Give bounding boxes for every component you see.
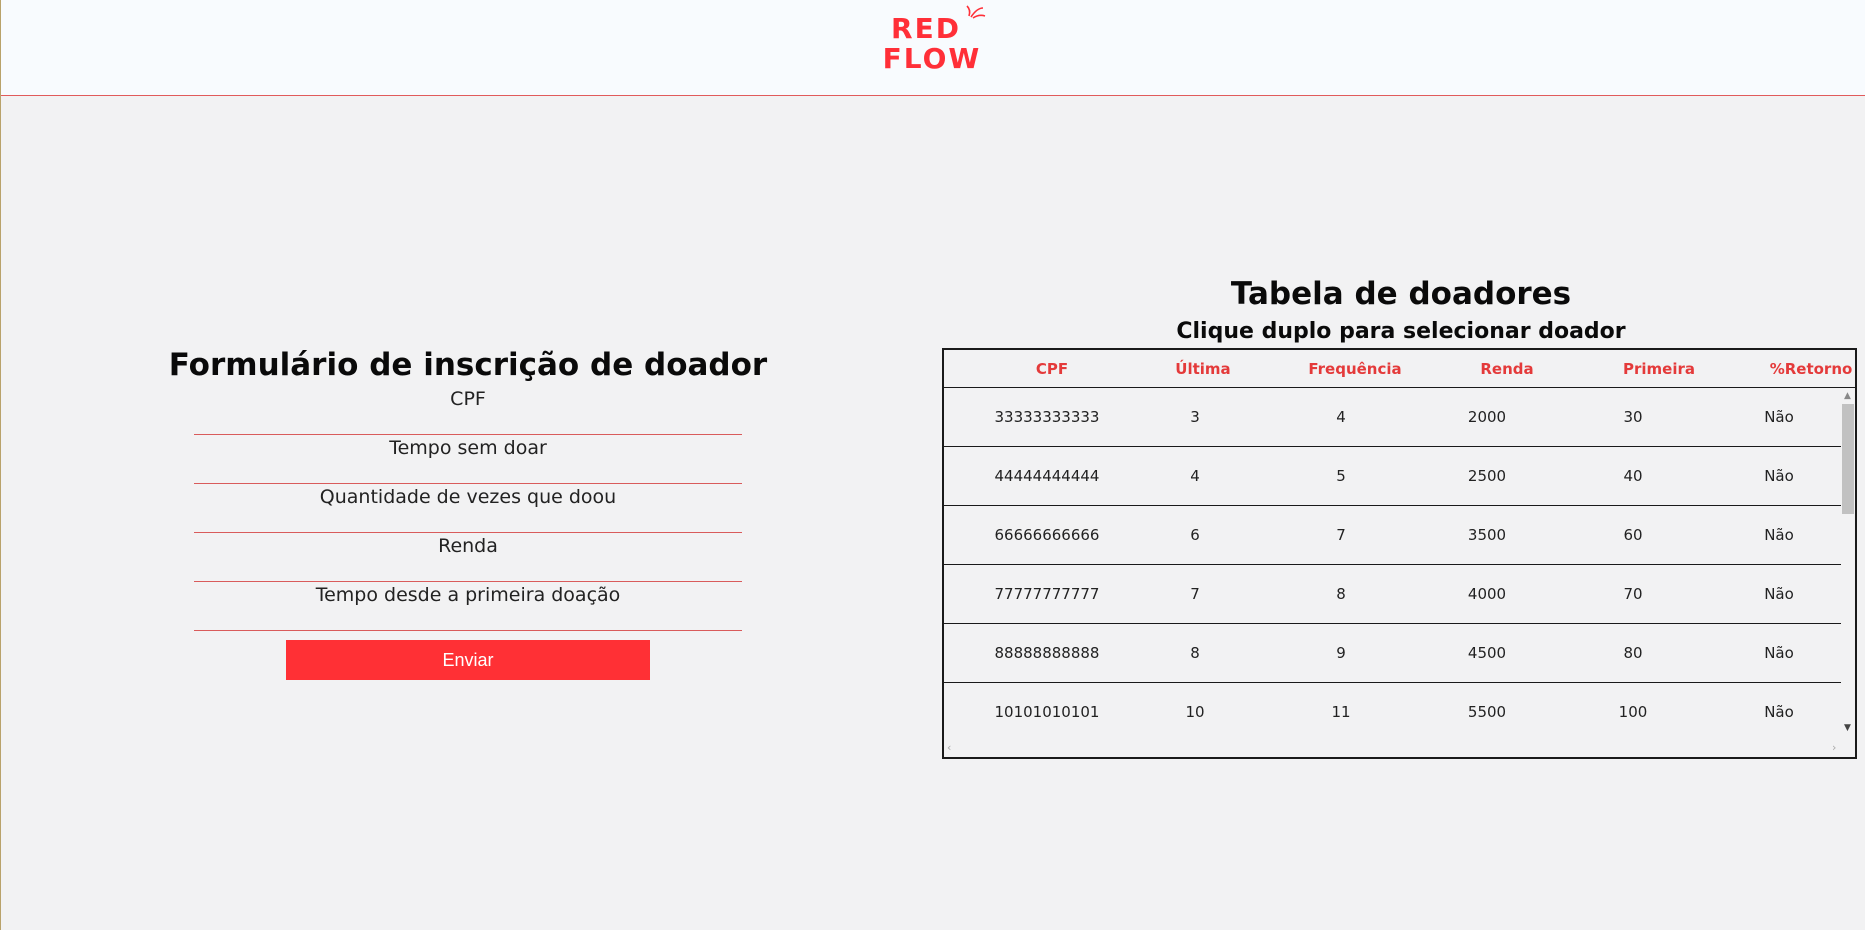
column-header-cpf[interactable]: CPF [982, 360, 1122, 378]
cell-renda: 4500 [1467, 644, 1507, 662]
cell-renda: 4000 [1467, 585, 1507, 603]
donors-table: CPF Última Frequência Renda Primeira %Re… [942, 348, 1857, 759]
tempo-sem-doar-placeholder: Tempo sem doar [389, 437, 547, 459]
scroll-left-icon[interactable]: ‹ [947, 741, 951, 754]
cell-retorno: Não [1764, 467, 1794, 485]
cell-cpf: 88888888888 [994, 644, 1100, 662]
scroll-down-icon[interactable]: ▼ [1844, 723, 1851, 733]
quantidade-doacoes-placeholder: Quantidade de vezes que doou [319, 486, 617, 508]
cell-renda: 5500 [1467, 703, 1507, 721]
scroll-right-icon[interactable]: › [1832, 741, 1836, 754]
table-row[interactable]: 10101010101 10 11 5500 100 Não [944, 683, 1841, 740]
cell-retorno: Não [1764, 644, 1794, 662]
table-header: CPF Última Frequência Renda Primeira %Re… [944, 350, 1855, 388]
table-row[interactable]: 88888888888 8 9 4500 80 Não [944, 624, 1841, 683]
cell-frequencia: 7 [1336, 526, 1346, 544]
cell-cpf: 77777777777 [994, 585, 1100, 603]
table-row[interactable]: 44444444444 4 5 2500 40 Não [944, 447, 1841, 506]
cell-renda: 3500 [1467, 526, 1507, 544]
submit-button[interactable]: Enviar [286, 640, 650, 680]
tempo-primeira-doacao-placeholder: Tempo desde a primeira doação [315, 584, 621, 606]
form-title: Formulário de inscrição de doador [168, 347, 768, 383]
cell-retorno: Não [1764, 703, 1794, 721]
cell-frequencia: 5 [1336, 467, 1346, 485]
column-header-primeira[interactable]: Primeira [1589, 360, 1729, 378]
top-header: RED FLOW [1, 0, 1865, 96]
table-body: 33333333333 3 4 2000 30 Não 44444444444 … [944, 388, 1841, 740]
cell-cpf: 44444444444 [994, 467, 1100, 485]
table-subtitle: Clique duplo para selecionar doador [1176, 319, 1626, 344]
red-flow-logo[interactable]: RED FLOW [877, 5, 989, 80]
table-row[interactable]: 33333333333 3 4 2000 30 Não [944, 388, 1841, 447]
table-row[interactable]: 66666666666 6 7 3500 60 Não [944, 506, 1841, 565]
renda-placeholder: Renda [438, 535, 498, 557]
cell-primeira: 70 [1623, 585, 1643, 603]
cell-primeira: 100 [1618, 703, 1648, 721]
cell-frequencia: 4 [1336, 408, 1346, 426]
cell-retorno: Não [1764, 585, 1794, 603]
scrollbar-thumb[interactable] [1842, 404, 1854, 514]
cell-frequencia: 11 [1331, 703, 1351, 721]
cell-ultima: 3 [1190, 408, 1200, 426]
logo-text-line2: FLOW [882, 42, 982, 75]
cell-frequencia: 8 [1336, 585, 1346, 603]
tempo-sem-doar-input[interactable]: Tempo sem doar [194, 435, 742, 484]
cell-ultima: 6 [1190, 526, 1200, 544]
table-row[interactable]: 77777777777 7 8 4000 70 Não [944, 565, 1841, 624]
cell-renda: 2500 [1467, 467, 1507, 485]
cell-frequencia: 9 [1336, 644, 1346, 662]
cell-renda: 2000 [1467, 408, 1507, 426]
cell-cpf: 66666666666 [994, 526, 1100, 544]
cell-retorno: Não [1764, 526, 1794, 544]
cpf-placeholder: CPF [450, 388, 486, 410]
cell-ultima: 8 [1190, 644, 1200, 662]
scroll-up-icon[interactable]: ▲ [1844, 391, 1851, 401]
cell-primeira: 60 [1623, 526, 1643, 544]
cell-cpf: 10101010101 [994, 703, 1100, 721]
column-header-ultima[interactable]: Última [1133, 360, 1273, 378]
cell-ultima: 10 [1185, 703, 1205, 721]
cell-cpf: 33333333333 [994, 408, 1100, 426]
sparkle-icon [966, 5, 986, 19]
cell-primeira: 80 [1623, 644, 1643, 662]
vertical-scrollbar[interactable]: ▲ ▼ [1841, 388, 1855, 740]
cell-retorno: Não [1764, 408, 1794, 426]
cpf-input[interactable]: CPF [194, 386, 742, 435]
cell-primeira: 30 [1623, 408, 1643, 426]
cell-primeira: 40 [1623, 467, 1643, 485]
column-header-retorno[interactable]: %Retorno [1741, 360, 1865, 378]
quantidade-doacoes-input[interactable]: Quantidade de vezes que doou [194, 484, 742, 533]
horizontal-scrollbar[interactable]: ‹ › [944, 740, 1855, 757]
cell-ultima: 7 [1190, 585, 1200, 603]
column-header-renda[interactable]: Renda [1437, 360, 1577, 378]
tempo-primeira-doacao-input[interactable]: Tempo desde a primeira doação [194, 582, 742, 631]
renda-input[interactable]: Renda [194, 533, 742, 582]
table-title: Tabela de doadores [1230, 276, 1572, 312]
column-header-frequencia[interactable]: Frequência [1285, 360, 1425, 378]
cell-ultima: 4 [1190, 467, 1200, 485]
